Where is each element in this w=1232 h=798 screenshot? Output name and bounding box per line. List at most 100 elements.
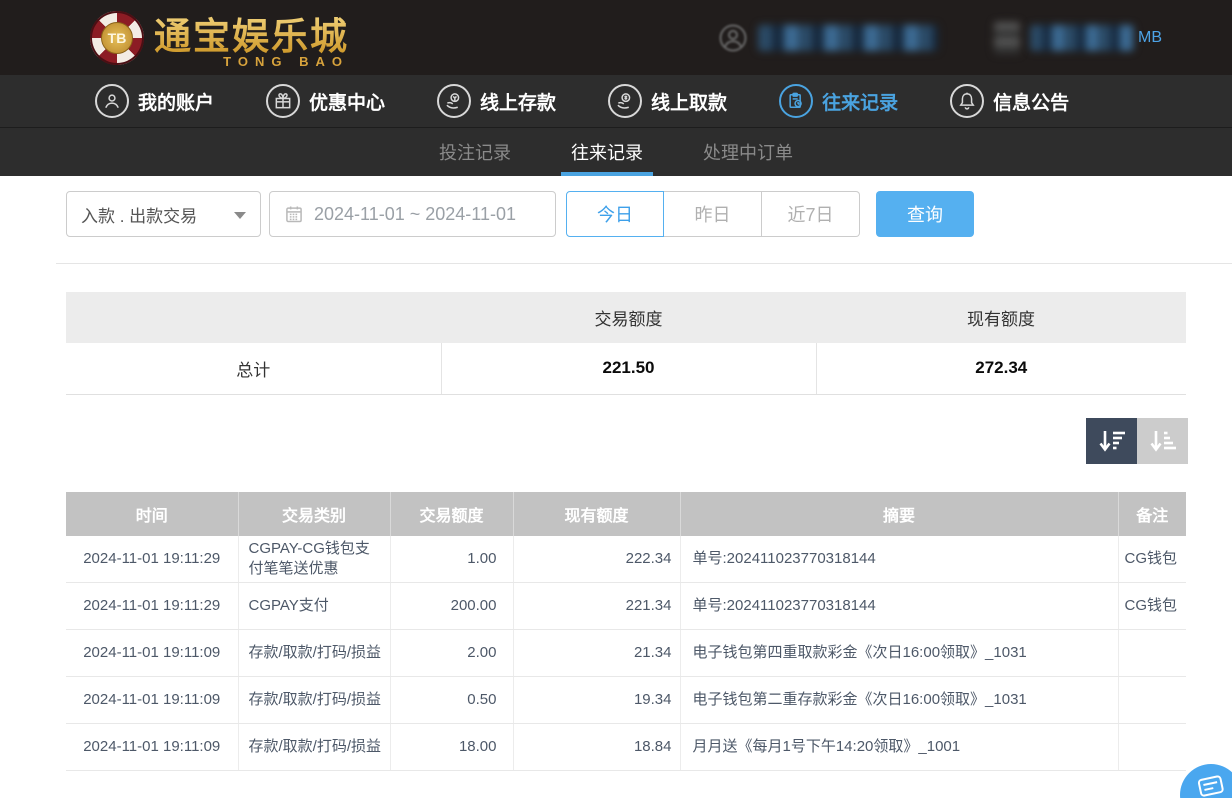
- summary-total-row: 总计 221.50 272.34: [66, 343, 1186, 394]
- tab-transaction-records[interactable]: 往来记录: [565, 128, 649, 176]
- date-range-input[interactable]: 2024-11-01 ~ 2024-11-01: [269, 191, 556, 237]
- sort-descending-button[interactable]: [1086, 418, 1137, 464]
- summary-header-transaction: 交易额度: [441, 292, 816, 343]
- query-button[interactable]: 查询: [876, 191, 974, 237]
- cell-balance: 18.84: [513, 724, 680, 771]
- nav-item-withdraw[interactable]: 线上取款: [608, 84, 727, 118]
- tab-bet-records[interactable]: 投注记录: [433, 128, 517, 176]
- cell-amount: 200.00: [390, 583, 513, 630]
- summary-header-empty: [66, 292, 441, 343]
- cell-type: 存款/取款/打码/损益: [238, 724, 390, 771]
- cell-summary: 电子钱包第四重取款彩金《次日16:00领取》_1031: [680, 630, 1118, 677]
- selected-type: 入款 . 出款交易: [81, 202, 197, 227]
- nav-label: 信息公告: [993, 88, 1069, 115]
- nav-item-deposit[interactable]: 线上存款: [437, 84, 556, 118]
- cell-summary: 电子钱包第二重存款彩金《次日16:00领取》_1031: [680, 677, 1118, 724]
- bell-icon: [950, 84, 984, 118]
- summary-header-balance: 现有额度: [816, 292, 1186, 343]
- today-button[interactable]: 今日: [566, 191, 664, 237]
- user-icon: [95, 84, 129, 118]
- cell-amount: 0.50: [390, 677, 513, 724]
- blurred-username: [758, 25, 938, 51]
- cell-note: [1118, 630, 1186, 677]
- tab-label: 投注记录: [439, 139, 511, 165]
- table-row: 2024-11-01 19:11:09 存款/取款/打码/损益 0.50 19.…: [66, 677, 1186, 724]
- sort-descending-icon: [1098, 429, 1126, 453]
- transactions-table: 时间 交易类别 交易额度 现有额度 摘要 备注 2024-11-01 19:11…: [66, 492, 1186, 772]
- cell-summary: 单号:202411023770318144: [680, 536, 1118, 583]
- yesterday-button[interactable]: 昨日: [664, 191, 762, 237]
- user-avatar-icon: [718, 23, 748, 53]
- nav-item-my-account[interactable]: 我的账户: [95, 84, 214, 118]
- cell-time: 2024-11-01 19:11:09: [66, 630, 238, 677]
- tab-pending-orders[interactable]: 处理中订单: [697, 128, 799, 176]
- transaction-type-select[interactable]: 入款 . 出款交易: [66, 191, 261, 237]
- summary-total-label: 总计: [66, 343, 441, 394]
- summary-transaction-total: 221.50: [441, 343, 816, 394]
- cell-type: 存款/取款/打码/损益: [238, 630, 390, 677]
- main-nav: 我的账户 优惠中心 线上存款 线上取款: [0, 75, 1232, 127]
- summary-header-row: 交易额度 现有额度: [66, 292, 1186, 343]
- nav-label: 我的账户: [138, 88, 214, 115]
- cell-type: 存款/取款/打码/损益: [238, 677, 390, 724]
- casino-chip-icon: TB: [90, 11, 144, 65]
- chevron-down-icon: [234, 212, 246, 219]
- cell-balance: 21.34: [513, 630, 680, 677]
- table-header-row: 时间 交易类别 交易额度 现有额度 摘要 备注: [66, 492, 1186, 536]
- withdraw-icon: [608, 84, 642, 118]
- cell-time: 2024-11-01 19:11:29: [66, 536, 238, 583]
- section-divider: [56, 263, 1232, 264]
- sort-ascending-button[interactable]: [1137, 418, 1188, 464]
- customer-service-button[interactable]: [1180, 764, 1232, 798]
- brand-logo[interactable]: TB 通宝娱乐城 TONG BAO: [90, 6, 349, 69]
- table-row: 2024-11-01 19:11:29 CGPAY支付 200.00 221.3…: [66, 583, 1186, 630]
- tab-label: 往来记录: [571, 139, 643, 165]
- nav-label: 优惠中心: [309, 88, 385, 115]
- cell-time: 2024-11-01 19:11:09: [66, 677, 238, 724]
- cell-amount: 18.00: [390, 724, 513, 771]
- tab-label: 处理中订单: [703, 139, 793, 165]
- col-transaction-amount: 交易额度: [390, 492, 513, 536]
- nav-item-promotions[interactable]: 优惠中心: [266, 84, 385, 118]
- table-row: 2024-11-01 19:11:09 存款/取款/打码/损益 18.00 18…: [66, 724, 1186, 771]
- chip-label: TB: [101, 22, 133, 54]
- sub-tab-bar: 投注记录 往来记录 处理中订单: [0, 127, 1232, 176]
- cell-note: CG钱包: [1118, 583, 1186, 630]
- gift-icon: [266, 84, 300, 118]
- cell-time: 2024-11-01 19:11:29: [66, 583, 238, 630]
- balance-unit: MB: [1138, 29, 1162, 47]
- cell-summary: 月月送《每月1号下午14:20领取》_1001: [680, 724, 1118, 771]
- brand-name-en: TONG BAO: [223, 54, 349, 69]
- cell-balance: 19.34: [513, 677, 680, 724]
- chat-icon: [1196, 774, 1226, 798]
- blurred-balance: [1030, 25, 1134, 51]
- cell-balance: 222.34: [513, 536, 680, 583]
- sort-controls: [0, 418, 1188, 464]
- date-range-value: 2024-11-01 ~ 2024-11-01: [314, 204, 516, 225]
- nav-label: 线上存款: [480, 88, 556, 115]
- cell-note: CG钱包: [1118, 536, 1186, 583]
- nav-item-announcements[interactable]: 信息公告: [950, 84, 1069, 118]
- cell-type: CGPAY支付: [238, 583, 390, 630]
- top-bar: TB 通宝娱乐城 TONG BAO MB: [0, 0, 1232, 75]
- nav-label: 往来记录: [822, 88, 898, 115]
- table-row: 2024-11-01 19:11:29 CGPAY-CG钱包支付笔笔送优惠 1.…: [66, 536, 1186, 583]
- cell-time: 2024-11-01 19:11:09: [66, 724, 238, 771]
- calendar-icon: [284, 204, 304, 224]
- col-time: 时间: [66, 492, 238, 536]
- user-info: MB: [718, 0, 1162, 75]
- sort-ascending-icon: [1149, 429, 1177, 453]
- col-balance: 现有额度: [513, 492, 680, 536]
- cell-amount: 1.00: [390, 536, 513, 583]
- nav-item-records[interactable]: 往来记录: [779, 84, 898, 118]
- last7days-button[interactable]: 近7日: [762, 191, 860, 237]
- col-note: 备注: [1118, 492, 1186, 536]
- brand-name-cn: 通宝娱乐城: [154, 6, 349, 60]
- filter-row: 入款 . 出款交易 2024-11-01 ~ 2024-11-01 今日 昨日 …: [66, 191, 1232, 237]
- summary-balance-total: 272.34: [816, 343, 1186, 394]
- cell-balance: 221.34: [513, 583, 680, 630]
- blurred-wallet-icon: [994, 22, 1020, 54]
- cell-summary: 单号:202411023770318144: [680, 583, 1118, 630]
- cell-amount: 2.00: [390, 630, 513, 677]
- records-icon: [779, 84, 813, 118]
